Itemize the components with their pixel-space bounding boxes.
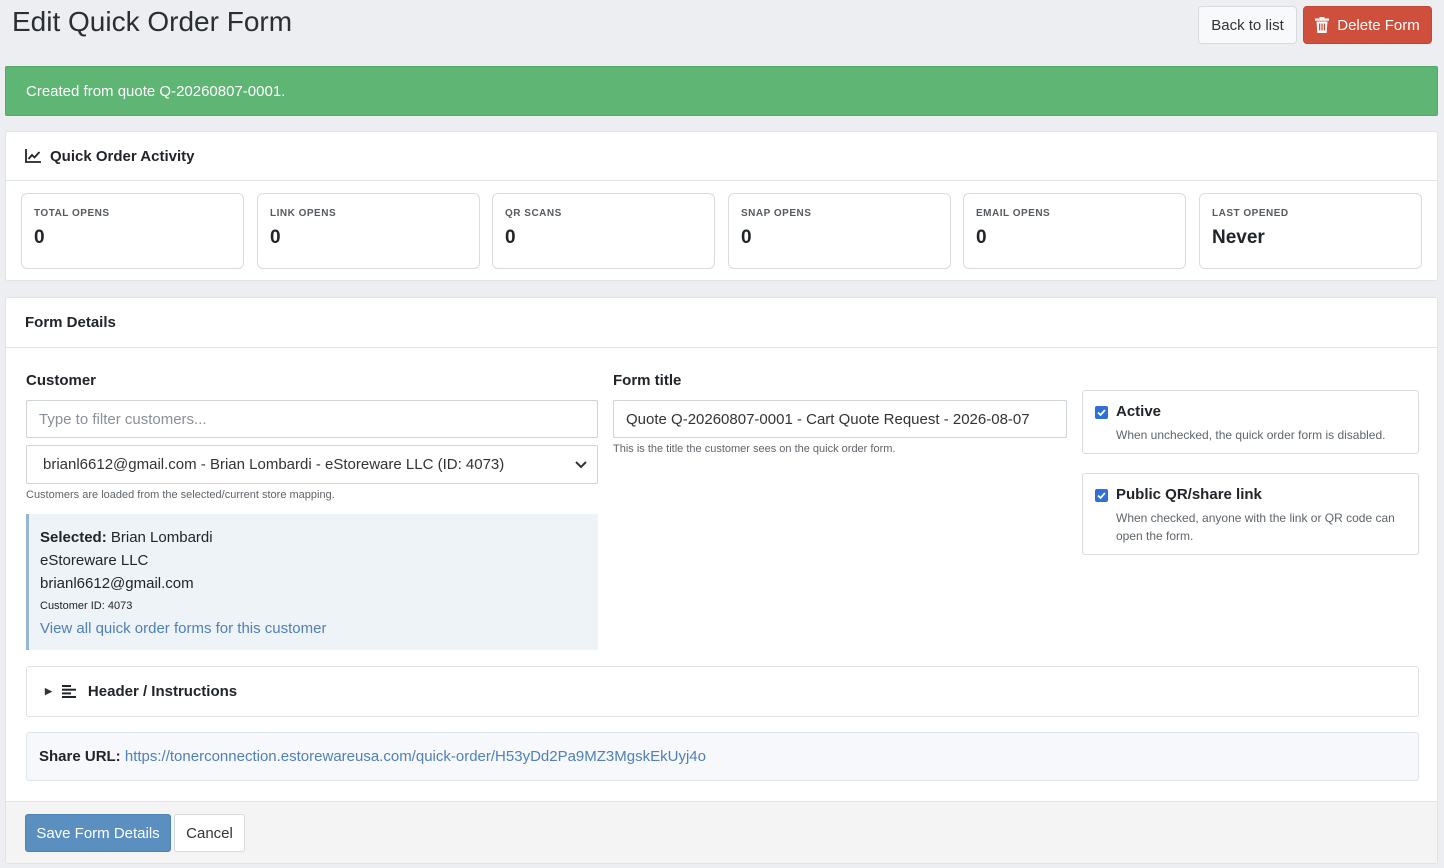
stat-last-opened: LAST OPENED Never bbox=[1199, 193, 1422, 269]
form-footer: Save Form Details Cancel bbox=[6, 801, 1437, 863]
stat-email-opens: EMAIL OPENS 0 bbox=[963, 193, 1186, 269]
form-details-card: Form Details Customer Type to filter cus… bbox=[5, 297, 1438, 864]
success-alert: Created from quote Q-20260807-0001. bbox=[5, 66, 1438, 116]
stat-value: 0 bbox=[976, 227, 987, 248]
checkmark-icon bbox=[1097, 492, 1106, 500]
chevron-down-icon bbox=[575, 460, 587, 468]
activity-card: Quick Order Activity TOTAL OPENS 0 LINK … bbox=[5, 131, 1438, 281]
back-to-list-button[interactable]: Back to list bbox=[1198, 6, 1297, 44]
form-title-label: Form title bbox=[613, 372, 682, 389]
selected-customer-box: Selected: Brian Lombardi eStoreware LLC … bbox=[26, 514, 598, 650]
share-url-label: Share URL: bbox=[39, 748, 121, 765]
form-details-header: Form Details bbox=[6, 298, 1437, 348]
active-label: Active bbox=[1116, 403, 1162, 420]
share-url-box: Share URL: https://tonerconnection.estor… bbox=[26, 732, 1419, 781]
stat-value: 0 bbox=[270, 227, 281, 248]
customer-filter-input[interactable]: Type to filter customers... bbox=[26, 400, 598, 438]
trash-icon bbox=[1315, 17, 1330, 33]
customer-help: Customers are loaded from the selected/c… bbox=[26, 489, 335, 501]
stat-qr-scans: QR SCANS 0 bbox=[492, 193, 715, 269]
cancel-button[interactable]: Cancel bbox=[174, 814, 245, 852]
customer-label: Customer bbox=[26, 372, 97, 389]
customer-select[interactable]: brianl6612@gmail.com - Brian Lombardi - … bbox=[26, 445, 598, 484]
selected-customer-company: eStoreware LLC bbox=[40, 552, 149, 569]
active-help: When unchecked, the quick order form is … bbox=[1116, 428, 1386, 442]
save-label: Save Form Details bbox=[36, 824, 160, 842]
active-option: Active When unchecked, the quick order f… bbox=[1082, 390, 1419, 454]
activity-title: Quick Order Activity bbox=[50, 147, 195, 165]
stat-value: 0 bbox=[505, 227, 516, 248]
form-title-help: This is the title the customer sees on t… bbox=[613, 443, 896, 455]
public-link-label: Public QR/share link bbox=[1116, 486, 1262, 503]
stat-total-opens: TOTAL OPENS 0 bbox=[21, 193, 244, 269]
align-left-icon bbox=[61, 685, 76, 698]
stat-label: QR SCANS bbox=[505, 208, 562, 219]
customer-select-value: brianl6612@gmail.com - Brian Lombardi - … bbox=[43, 456, 505, 473]
form-details-title: Form Details bbox=[25, 314, 116, 331]
activity-card-header: Quick Order Activity bbox=[6, 132, 1437, 181]
checkmark-icon bbox=[1097, 409, 1106, 417]
form-title-input[interactable]: Quote Q-20260807-0001 - Cart Quote Reque… bbox=[613, 400, 1067, 438]
alert-message: Created from quote Q-20260807-0001. bbox=[26, 83, 286, 100]
line-chart-icon bbox=[25, 149, 41, 163]
stat-label: LAST OPENED bbox=[1212, 208, 1289, 219]
stat-value: Never bbox=[1212, 227, 1265, 248]
view-all-forms-link[interactable]: View all quick order forms for this cust… bbox=[40, 620, 327, 637]
header-instructions-accordion[interactable]: ▶ Header / Instructions bbox=[26, 666, 1419, 717]
page-title: Edit Quick Order Form bbox=[12, 6, 293, 37]
selected-customer-email: brianl6612@gmail.com bbox=[40, 575, 194, 592]
back-to-list-label: Back to list bbox=[1211, 16, 1284, 34]
stat-link-opens: LINK OPENS 0 bbox=[257, 193, 480, 269]
stat-label: SNAP OPENS bbox=[741, 208, 812, 219]
selected-customer-line: Selected: Brian Lombardi bbox=[40, 526, 587, 549]
share-url-link[interactable]: https://tonerconnection.estorewareusa.co… bbox=[125, 748, 706, 765]
stat-snap-opens: SNAP OPENS 0 bbox=[728, 193, 951, 269]
active-checkbox[interactable] bbox=[1095, 406, 1108, 419]
public-link-option: Public QR/share link When checked, anyon… bbox=[1082, 473, 1419, 555]
delete-form-label: Delete Form bbox=[1337, 16, 1420, 34]
stat-label: LINK OPENS bbox=[270, 208, 337, 219]
public-link-checkbox[interactable] bbox=[1095, 489, 1108, 502]
stat-value: 0 bbox=[34, 227, 45, 248]
delete-form-button[interactable]: Delete Form bbox=[1303, 6, 1432, 44]
selected-label: Selected: bbox=[40, 529, 107, 546]
selected-customer-name: Brian Lombardi bbox=[110, 529, 213, 546]
stat-value: 0 bbox=[741, 227, 752, 248]
save-form-details-button[interactable]: Save Form Details bbox=[25, 814, 171, 852]
selected-customer-id: Customer ID: 4073 bbox=[40, 600, 133, 612]
cancel-label: Cancel bbox=[186, 824, 233, 842]
public-link-help: When checked, anyone with the link or QR… bbox=[1116, 511, 1395, 543]
stat-label: EMAIL OPENS bbox=[976, 208, 1051, 219]
header-instructions-label: Header / Instructions bbox=[87, 683, 238, 700]
caret-right-icon: ▶ bbox=[45, 686, 52, 696]
stat-label: TOTAL OPENS bbox=[34, 208, 110, 219]
